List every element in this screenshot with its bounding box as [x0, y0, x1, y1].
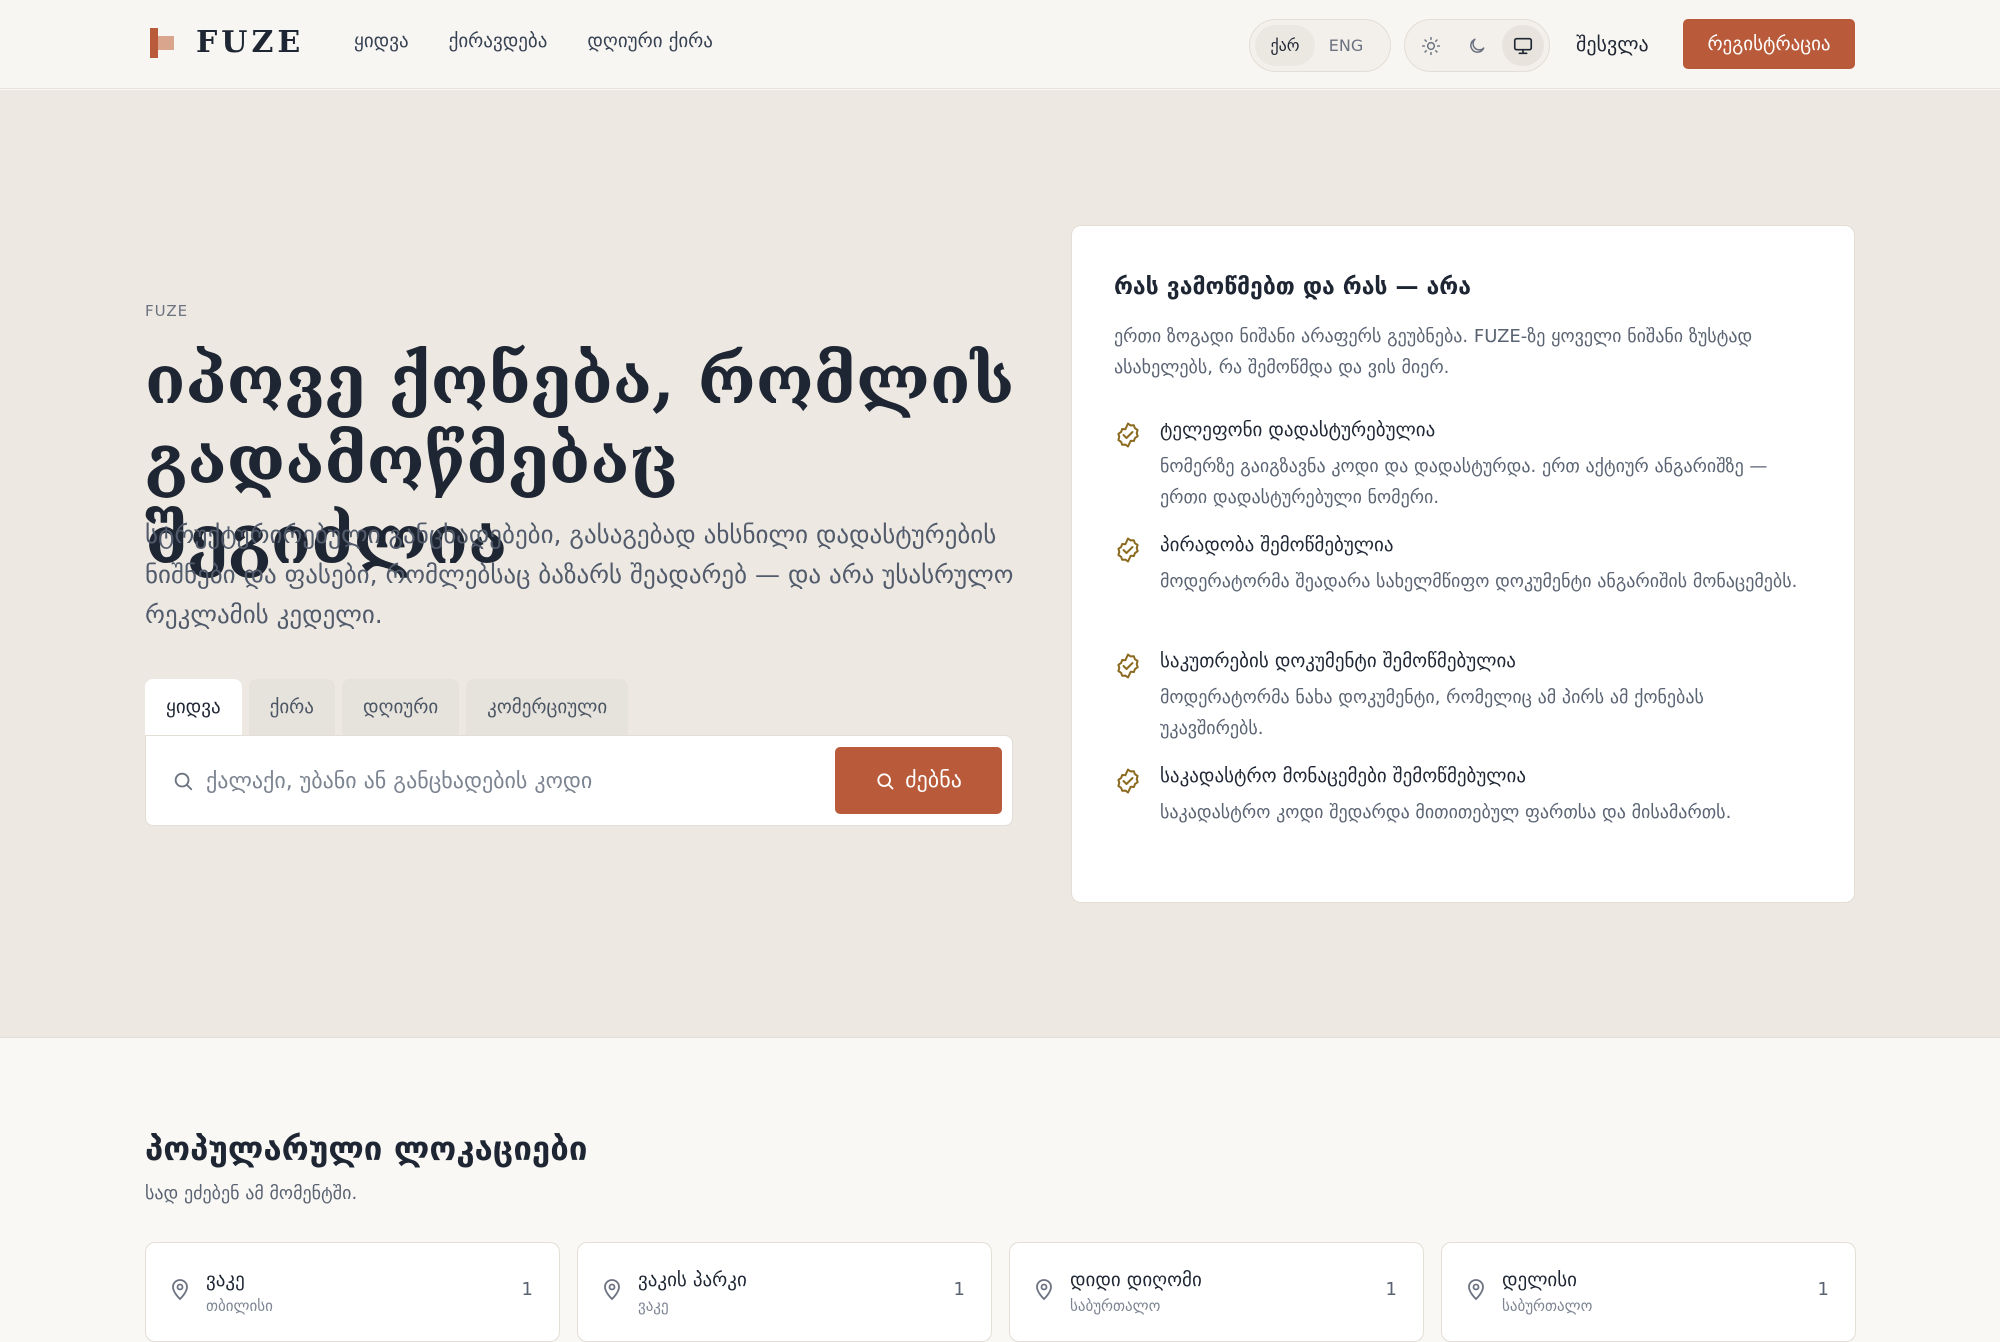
nav-daily-rent[interactable]: დღიური ქირა	[587, 30, 713, 52]
verification-item-desc: მოდერატორმა ნახა დოკუმენტი, რომელიც ამ პ…	[1160, 687, 1704, 739]
location-region: ვაკე	[638, 1297, 669, 1315]
location-name: დელისი	[1502, 1269, 1578, 1291]
search-icon	[172, 770, 194, 792]
brand-logo[interactable]: FUZE	[150, 25, 304, 60]
location-region: საბურთალო	[1502, 1297, 1593, 1315]
check-badge-icon	[1117, 768, 1139, 794]
check-badge-icon	[1117, 422, 1139, 448]
verification-card-title: რას ვამოწმებთ და რას — არა	[1114, 274, 1471, 300]
nav-rent[interactable]: ქირავდება	[449, 30, 548, 52]
tab-rent[interactable]: ქირა	[248, 679, 335, 735]
location-name: ვაკე	[206, 1269, 245, 1291]
location-card[interactable]: დელისი საბურთალო 1	[1441, 1242, 1856, 1342]
sun-icon	[1421, 36, 1441, 55]
monitor-icon	[1513, 37, 1533, 54]
theme-switcher	[1404, 19, 1550, 72]
verification-item-title: საკადასტრო მონაცემები შემოწმებულია	[1160, 765, 1527, 787]
main-nav: ყიდვა ქირავდება დღიური ქირა	[354, 30, 713, 52]
popular-locations-title: პოპულარული ლოკაციები	[145, 1129, 588, 1168]
map-pin-icon	[1036, 1279, 1052, 1301]
search-input[interactable]	[206, 756, 766, 806]
map-pin-icon	[172, 1279, 188, 1301]
verification-item-title: საკუთრების დოკუმენტი შემოწმებულია	[1160, 650, 1516, 672]
verification-card-intro: ერთი ზოგადი ნიშანი არაფერს გეუბნება. FUZ…	[1114, 326, 1753, 378]
logo-mark-icon	[150, 27, 176, 58]
location-count: 1	[521, 1279, 533, 1300]
location-card[interactable]: დიდი დიღომი საბურთალო 1	[1009, 1242, 1424, 1342]
lang-ka-button[interactable]: ქარ	[1255, 25, 1315, 66]
lang-en-button[interactable]: ENG	[1315, 25, 1377, 66]
location-count: 1	[1385, 1279, 1397, 1300]
verification-item-desc: საკადასტრო კოდი შედარდა მითითებულ ფართსა…	[1160, 802, 1732, 823]
location-count: 1	[953, 1279, 965, 1300]
location-region: საბურთალო	[1070, 1297, 1161, 1315]
hero-eyebrow: FUZE	[145, 302, 189, 320]
tab-daily[interactable]: დღიური	[341, 679, 460, 735]
verification-item-title: პირადობა შემოწმებულია	[1160, 534, 1394, 556]
verification-card: რას ვამოწმებთ და რას — არა ერთი ზოგადი ნ…	[1071, 225, 1855, 903]
location-name: ვაკის პარკი	[638, 1269, 747, 1291]
location-region: თბილისი	[206, 1297, 273, 1315]
moon-icon	[1470, 38, 1485, 53]
hero-subtext: სტრუქტურირებული განცხადებები, გასაგებად …	[145, 520, 1014, 629]
register-button[interactable]: რეგისტრაცია	[1683, 19, 1855, 69]
language-switcher: ქარ ENG	[1249, 19, 1391, 72]
brand-name: FUZE	[196, 25, 305, 60]
site-header: FUZE ყიდვა ქირავდება დღიური ქირა ქარ ENG	[0, 0, 2000, 89]
verification-item-title: ტელეფონი დადასტურებულია	[1160, 419, 1436, 441]
tab-buy[interactable]: ყიდვა	[145, 679, 242, 735]
search-button-icon	[877, 772, 894, 789]
light-theme-button[interactable]	[1410, 25, 1452, 66]
check-badge-icon	[1117, 653, 1139, 679]
location-card[interactable]: ვაკის პარკი ვაკე 1	[577, 1242, 992, 1342]
tab-commercial[interactable]: კომერციული	[466, 679, 629, 735]
verification-item-desc: მოდერატორმა შეადარა სახელმწიფო დოკუმენტი…	[1160, 571, 1798, 592]
map-pin-icon	[604, 1279, 620, 1301]
system-theme-button[interactable]	[1502, 25, 1544, 66]
location-name: დიდი დიღომი	[1070, 1269, 1202, 1291]
login-link[interactable]: შესვლა	[1576, 32, 1649, 56]
search-button-label: ძებნა	[905, 768, 962, 793]
location-count: 1	[1817, 1279, 1829, 1300]
dark-theme-button[interactable]	[1456, 25, 1498, 66]
verification-item-desc: ნომერზე გაიგზავნა კოდი და დადასტურდა. ერ…	[1160, 456, 1768, 508]
popular-locations-subtitle: სად ეძებენ ამ მომენტში.	[145, 1183, 358, 1204]
check-badge-icon	[1117, 537, 1139, 563]
map-pin-icon	[1468, 1279, 1484, 1301]
nav-buy[interactable]: ყიდვა	[354, 30, 409, 52]
search-tabs: ყიდვა ქირა დღიური კომერციული	[145, 679, 629, 735]
location-card[interactable]: ვაკე თბილისი 1	[145, 1242, 560, 1342]
search-button[interactable]: ძებნა	[835, 747, 1002, 814]
search-box: ძებნა	[145, 735, 1013, 826]
